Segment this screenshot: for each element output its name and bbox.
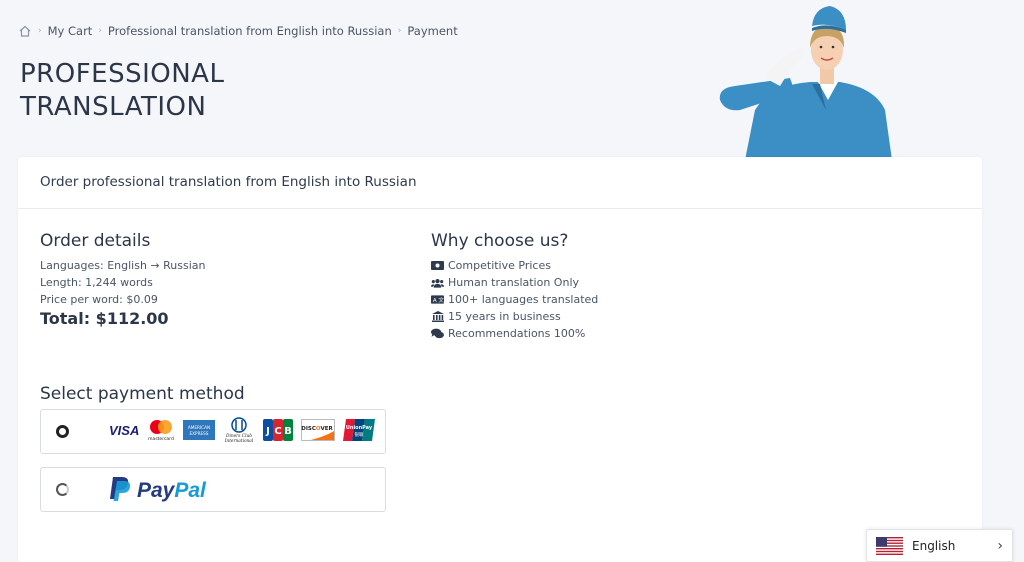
paypal-logo: PayPal <box>109 477 206 505</box>
list-item: Human translation Only <box>431 274 791 291</box>
jcb-logo: JCB <box>263 417 294 443</box>
payment-method-title: Select payment method <box>40 384 245 404</box>
language-label: English <box>912 538 956 553</box>
card-payment-radio[interactable] <box>56 425 69 438</box>
why-item-label: Competitive Prices <box>448 259 551 272</box>
paypal-icon <box>109 477 131 505</box>
list-item: A文 100+ languages translated <box>431 291 791 308</box>
svg-text:International: International <box>224 439 254 443</box>
why-item-label: 15 years in business <box>448 310 561 323</box>
page-title: PROFESSIONAL TRANSLATION <box>20 58 320 124</box>
list-item: Competitive Prices <box>431 257 791 274</box>
svg-text:J: J <box>265 426 270 437</box>
card-logos: VISA mastercard AMERICAN EXPRESS Diners C… <box>109 417 376 443</box>
svg-text:AMERICAN: AMERICAN <box>188 425 210 430</box>
page-title-line1: PROFESSIONAL <box>20 59 225 89</box>
why-item-label: 100+ languages translated <box>448 293 599 306</box>
flight-attendant-illustration <box>700 0 910 160</box>
svg-text:DISCOVER: DISCOVER <box>302 426 334 432</box>
breadcrumb: › My Cart › Professional translation fro… <box>18 24 458 38</box>
svg-text:UnionPay: UnionPay <box>346 425 373 431</box>
svg-text:C: C <box>275 426 282 437</box>
svg-text:B: B <box>285 426 293 437</box>
breadcrumb-my-cart[interactable]: My Cart <box>48 24 93 38</box>
breadcrumb-translation[interactable]: Professional translation from English in… <box>108 24 392 38</box>
diners-club-logo: Diners Club International <box>223 417 255 443</box>
breadcrumb-separator: › <box>38 26 42 36</box>
order-languages: Languages: English → Russian <box>40 259 206 272</box>
us-flag-icon <box>876 536 903 555</box>
list-item: 15 years in business <box>431 308 791 325</box>
chevron-right-icon: › <box>997 537 1003 554</box>
mastercard-label: mastercard <box>149 436 175 442</box>
breadcrumb-separator: › <box>98 26 102 36</box>
order-length: Length: 1,244 words <box>40 276 153 289</box>
paypal-pay: Pay <box>137 479 175 502</box>
svg-text:EXPRESS: EXPRESS <box>190 431 209 436</box>
why-item-label: Recommendations 100% <box>448 327 586 340</box>
order-details-title: Order details <box>40 231 151 251</box>
paypal-payment-radio[interactable] <box>56 483 69 496</box>
breadcrumb-payment: Payment <box>407 24 458 38</box>
order-details: Order details Languages: English → Russi… <box>40 231 400 328</box>
visa-logo: VISA <box>109 422 140 438</box>
svg-text:银联: 银联 <box>355 431 364 438</box>
mastercard-logo: mastercard <box>147 417 175 443</box>
language-icon: A文 <box>431 294 444 305</box>
why-choose-us-title: Why choose us? <box>431 231 569 251</box>
card-payment-option[interactable]: VISA mastercard AMERICAN EXPRESS Diners C… <box>40 409 386 454</box>
home-icon[interactable] <box>18 24 32 38</box>
order-card: Order professional translation from Engl… <box>18 157 982 562</box>
list-item: Recommendations 100% <box>431 325 791 342</box>
amex-logo: AMERICAN EXPRESS <box>183 417 216 443</box>
svg-text:A: A <box>433 298 437 304</box>
breadcrumb-separator: › <box>397 26 402 36</box>
why-item-label: Human translation Only <box>448 276 580 289</box>
order-price-per-word: Price per word: $0.09 <box>40 293 158 306</box>
bank-icon <box>431 311 444 322</box>
users-icon <box>431 277 444 288</box>
paypal-wordmark: PayPal <box>137 479 206 503</box>
svg-text:文: 文 <box>438 296 444 304</box>
paypal-payment-option[interactable]: PayPal <box>40 467 386 512</box>
comments-icon <box>431 328 444 339</box>
discover-logo: DISCOVER <box>301 417 336 443</box>
language-switcher[interactable]: English › <box>866 529 1013 562</box>
paypal-pal: Pal <box>174 479 206 502</box>
card-header: Order professional translation from Engl… <box>18 157 982 209</box>
money-icon <box>431 260 444 271</box>
order-total: Total: $112.00 <box>40 309 169 328</box>
unionpay-logo: UnionPay 银联 <box>343 417 376 443</box>
why-choose-us: Why choose us? Competitive Prices Human … <box>431 231 791 342</box>
page-title-line2: TRANSLATION <box>20 92 207 122</box>
